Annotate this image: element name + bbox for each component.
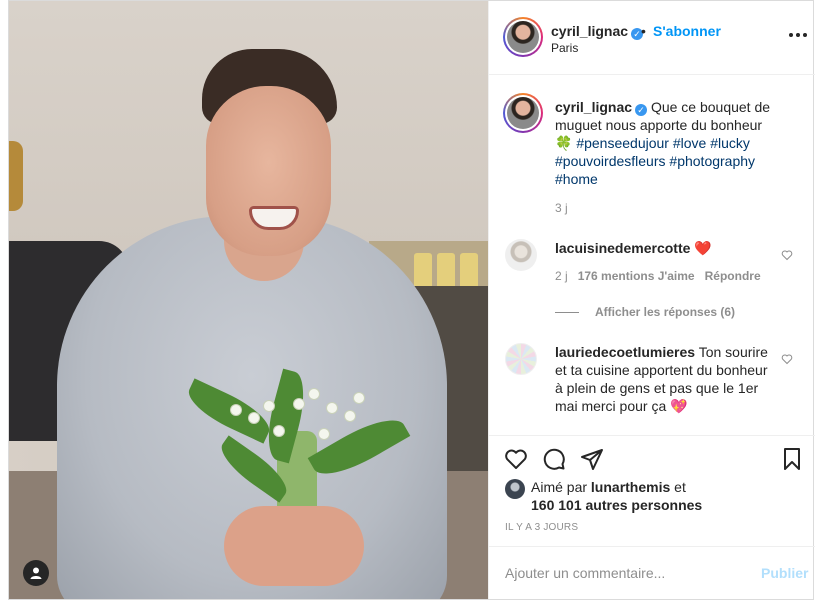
hashtag[interactable]: #love — [673, 135, 706, 151]
add-comment-input[interactable] — [505, 561, 735, 585]
caption-age[interactable]: 3 j — [555, 201, 568, 215]
post-header: cyril_lignac ✓ • S'abonner Paris — [489, 1, 815, 75]
post-location[interactable]: Paris — [551, 41, 578, 55]
liker-username[interactable]: lunarthemis — [591, 479, 670, 495]
post-caption: cyril_lignac ✓ Que ce bouquet de muguet n… — [555, 98, 775, 217]
comment-username[interactable]: lauriedecoetlumieres — [555, 344, 695, 360]
likes-count[interactable]: 160 101 autres personnes — [531, 497, 702, 513]
hashtag[interactable]: #photography — [669, 153, 755, 169]
post-photo[interactable] — [9, 1, 488, 599]
liker-avatar[interactable] — [505, 479, 525, 499]
instagram-post: cyril_lignac ✓ • S'abonner Paris cyril_li… — [8, 0, 815, 600]
comment: lauriedecoetlumieres Ton sourire et ta c… — [555, 343, 775, 415]
sparkling-heart-icon: 💖 — [670, 398, 688, 414]
commenter-avatar[interactable] — [505, 343, 537, 375]
liked-by: Aimé par lunarthemis et 160 101 autres p… — [505, 478, 702, 514]
reply-button[interactable]: Répondre — [705, 269, 761, 283]
clover-icon: 🍀 — [555, 135, 573, 151]
hashtag[interactable]: #home — [555, 171, 598, 187]
post-time[interactable]: IL Y A 3 JOURS — [505, 522, 578, 533]
bookmark-icon[interactable] — [779, 446, 805, 472]
post-sidebar: cyril_lignac ✓ • S'abonner Paris cyril_li… — [488, 1, 815, 599]
view-replies-button[interactable]: Afficher les réponses (6) — [595, 305, 735, 319]
hashtag[interactable]: #lucky — [710, 135, 750, 151]
comment-likes[interactable]: 176 mentions J'aime — [578, 269, 695, 283]
share-paper-plane-icon[interactable] — [579, 446, 605, 472]
verified-badge-icon: ✓ — [635, 104, 648, 116]
comment: lacuisinedemercotte ❤️ 2 j 176 mentions … — [555, 239, 775, 285]
add-comment-bar: Publier — [489, 546, 815, 599]
hashtag[interactable]: #pouvoirdesfleurs — [555, 153, 666, 169]
like-heart-icon[interactable] — [503, 446, 529, 472]
caption-author-avatar[interactable] — [503, 93, 543, 133]
publish-button[interactable]: Publier — [761, 565, 808, 581]
hashtag[interactable]: #penseedujour — [576, 135, 669, 151]
comment-bubble-icon[interactable] — [541, 446, 567, 472]
more-options-icon[interactable] — [789, 33, 807, 37]
author-username[interactable]: cyril_lignac ✓ — [551, 23, 644, 40]
comment-like-heart-icon[interactable] — [781, 249, 793, 261]
commenter-avatar[interactable] — [505, 239, 537, 271]
liked-by-prefix: Aimé par — [531, 479, 588, 495]
liked-by-conjunction: et — [674, 479, 686, 495]
post-actions: Aimé par lunarthemis et 160 101 autres p… — [489, 435, 815, 599]
author-avatar[interactable] — [503, 17, 543, 57]
comment-age[interactable]: 2 j — [555, 269, 568, 283]
comments-list[interactable]: cyril_lignac ✓ Que ce bouquet de muguet n… — [489, 75, 815, 435]
separator-dot: • — [641, 23, 646, 39]
subscribe-button[interactable]: S'abonner — [653, 23, 721, 39]
red-heart-icon: ❤️ — [694, 240, 712, 256]
caption-username[interactable]: cyril_lignac ✓ — [555, 99, 648, 116]
comment-username[interactable]: lacuisinedemercotte — [555, 240, 690, 256]
comment-like-heart-icon[interactable] — [781, 353, 793, 365]
tagged-user-icon[interactable] — [23, 560, 49, 586]
